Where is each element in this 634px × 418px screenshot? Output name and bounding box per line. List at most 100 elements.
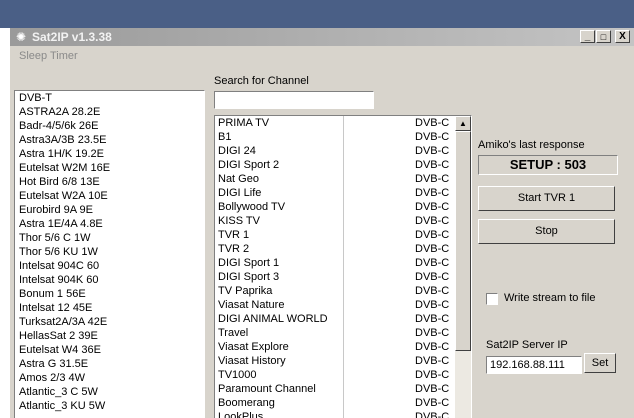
- satellite-list-item[interactable]: Astra 1H/K 19.2E: [15, 147, 204, 161]
- set-button[interactable]: Set: [584, 353, 616, 373]
- satellite-list-item[interactable]: Eutelsat W2A 10E: [15, 189, 204, 203]
- satellite-list-item[interactable]: Astra3A/3B 23.5E: [15, 133, 204, 147]
- search-label: Search for Channel: [214, 75, 309, 87]
- stop-button[interactable]: Stop: [478, 219, 615, 244]
- channel-row[interactable]: Viasat Nature DVB-C: [215, 298, 471, 312]
- channel-type: DVB-C: [415, 369, 450, 381]
- channel-row[interactable]: KISS TV DVB-C: [215, 214, 471, 228]
- satellite-list-item[interactable]: Turksat2A/3A 42E: [15, 315, 204, 329]
- channel-row[interactable]: DIGI 24 DVB-C: [215, 144, 471, 158]
- channel-type: DVB-C: [415, 327, 450, 339]
- response-label: Amiko's last response: [478, 139, 585, 151]
- channel-type: DVB-C: [415, 411, 450, 418]
- channel-name: DIGI Sport 1: [218, 257, 280, 269]
- channel-row[interactable]: LookPlus DVB-C: [215, 410, 471, 418]
- channel-scrollbar[interactable]: ▲: [455, 116, 471, 418]
- channel-type: DVB-C: [415, 243, 450, 255]
- menu-sleep-timer[interactable]: Sleep Timer: [19, 50, 78, 62]
- channel-row[interactable]: PRIMA TV DVB-C: [215, 116, 471, 130]
- satellite-list-item[interactable]: Astra G 31.5E: [15, 357, 204, 371]
- channel-name: TV1000: [218, 369, 257, 381]
- channel-row[interactable]: Viasat History DVB-C: [215, 354, 471, 368]
- satellite-list-item[interactable]: Intelsat 12 45E: [15, 301, 204, 315]
- channel-type: DVB-C: [415, 131, 450, 143]
- satellite-list-item[interactable]: Bonum 1 56E: [15, 287, 204, 301]
- menu-bar: Sleep Timer: [10, 47, 634, 67]
- channel-name: DIGI Sport 3: [218, 271, 280, 283]
- channel-row[interactable]: Nat Geo DVB-C: [215, 172, 471, 186]
- app-icon: ✺: [15, 30, 27, 44]
- channel-row[interactable]: DIGI Life DVB-C: [215, 186, 471, 200]
- satellite-list-item[interactable]: Eurobird 9A 9E: [15, 203, 204, 217]
- channel-type: DVB-C: [415, 257, 450, 269]
- write-stream-label: Write stream to file: [504, 292, 596, 304]
- satellite-list-item[interactable]: DVB-T: [15, 91, 204, 105]
- scroll-up-arrow-icon[interactable]: ▲: [455, 116, 471, 131]
- close-button[interactable]: X: [615, 30, 630, 43]
- write-stream-checkbox[interactable]: [486, 293, 498, 305]
- satellite-list-item[interactable]: Amos 2/3 4W: [15, 371, 204, 385]
- channel-name: LookPlus: [218, 411, 264, 418]
- channel-type: DVB-C: [415, 117, 450, 129]
- satellite-list-item[interactable]: Astra 1E/4A 4.8E: [15, 217, 204, 231]
- channel-type: DVB-C: [415, 383, 450, 395]
- channel-row[interactable]: Bollywood TV DVB-C: [215, 200, 471, 214]
- channel-row[interactable]: TVR 1 DVB-C: [215, 228, 471, 242]
- title-bar[interactable]: ✺ Sat2IP v1.3.38 _ □ X: [10, 28, 634, 46]
- channel-name: Viasat Nature: [218, 299, 285, 311]
- satellite-list-item[interactable]: Badr-4/5/6k 26E: [15, 119, 204, 133]
- search-input[interactable]: [214, 91, 374, 109]
- satellite-list-item[interactable]: Hot Bird 6/8 13E: [15, 175, 204, 189]
- minimize-button[interactable]: _: [580, 30, 595, 43]
- channel-list[interactable]: PRIMA TV DVB-C B1 DVB-C DIGI 24 DVB-C DIGI Spo…: [214, 115, 472, 418]
- satellite-list-item[interactable]: ASTRA2A 28.2E: [15, 105, 204, 119]
- satellite-list-item[interactable]: HellasSat 2 39E: [15, 329, 204, 343]
- maximize-button[interactable]: □: [596, 30, 611, 43]
- channel-row[interactable]: B1 DVB-C: [215, 130, 471, 144]
- channel-type: DVB-C: [415, 187, 450, 199]
- channel-row[interactable]: DIGI ANIMAL WORLD DVB-C: [215, 312, 471, 326]
- channel-name: TV Paprika: [218, 285, 273, 297]
- server-ip-input[interactable]: [486, 356, 582, 374]
- satellite-list-item[interactable]: Intelsat 904C 60: [15, 259, 204, 273]
- channel-type: DVB-C: [415, 145, 450, 157]
- satellite-list[interactable]: DVB-T ASTRA2A 28.2E Badr-4/5/6k 26E Astra3A…: [14, 90, 205, 418]
- channel-type: DVB-C: [415, 285, 450, 297]
- channel-row[interactable]: Viasat Explore DVB-C: [215, 340, 471, 354]
- channel-type: DVB-C: [415, 271, 450, 283]
- channel-name: Bollywood TV: [218, 201, 286, 213]
- satellite-list-item[interactable]: Intelsat 904K 60: [15, 273, 204, 287]
- channel-type: DVB-C: [415, 201, 450, 213]
- channel-name: TVR 1: [218, 229, 250, 241]
- channel-type: DVB-C: [415, 341, 450, 353]
- satellite-list-item[interactable]: Eutelsat W4 36E: [15, 343, 204, 357]
- channel-row[interactable]: TVR 2 DVB-C: [215, 242, 471, 256]
- channel-name: TVR 2: [218, 243, 250, 255]
- channel-row[interactable]: DIGI Sport 2 DVB-C: [215, 158, 471, 172]
- channel-row[interactable]: TV Paprika DVB-C: [215, 284, 471, 298]
- channel-name: PRIMA TV: [218, 117, 270, 129]
- satellite-list-item[interactable]: Atlantic_3 C 5W: [15, 385, 204, 399]
- channel-name: Paramount Channel: [218, 383, 316, 395]
- satellite-list-item[interactable]: Atlantic_3 KU 5W: [15, 399, 204, 413]
- channel-row[interactable]: TV1000 DVB-C: [215, 368, 471, 382]
- channel-row[interactable]: Travel DVB-C: [215, 326, 471, 340]
- scroll-thumb[interactable]: [455, 131, 471, 351]
- channel-row[interactable]: DIGI Sport 1 DVB-C: [215, 256, 471, 270]
- channel-row[interactable]: Paramount Channel DVB-C: [215, 382, 471, 396]
- channel-name: B1: [218, 131, 232, 143]
- channel-row[interactable]: Boomerang DVB-C: [215, 396, 471, 410]
- satellite-list-item[interactable]: Eutelsat W2M 16E: [15, 161, 204, 175]
- satellite-list-item[interactable]: Thor 5/6 KU 1W: [15, 245, 204, 259]
- channel-name: Viasat History: [218, 355, 286, 367]
- satellite-list-item[interactable]: Thor 5/6 C 1W: [15, 231, 204, 245]
- channel-type: DVB-C: [415, 215, 450, 227]
- channel-row[interactable]: DIGI Sport 3 DVB-C: [215, 270, 471, 284]
- channel-name: DIGI 24: [218, 145, 256, 157]
- channel-type: DVB-C: [415, 397, 450, 409]
- channel-name: DIGI Sport 2: [218, 159, 280, 171]
- channel-name: Viasat Explore: [218, 341, 289, 353]
- start-button[interactable]: Start TVR 1: [478, 186, 615, 211]
- channel-type: DVB-C: [415, 355, 450, 367]
- server-ip-label: Sat2IP Server IP: [486, 339, 568, 351]
